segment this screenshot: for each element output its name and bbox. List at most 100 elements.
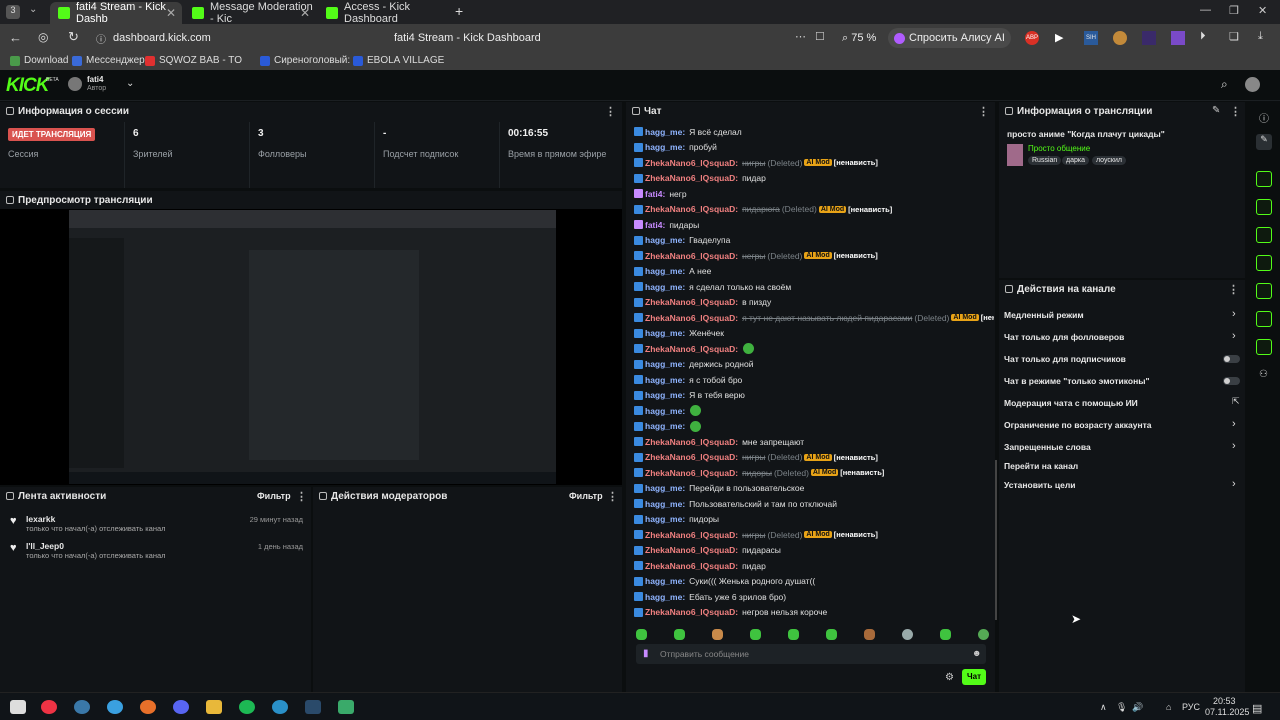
collections-icon[interactable]: ❏ (1229, 30, 1239, 43)
bookmark-sirenhead[interactable]: Сиреноголовый: (260, 55, 350, 66)
media-icon[interactable]: ⏵ (1200, 30, 1206, 43)
chat-username[interactable]: hagg_me: (645, 359, 685, 369)
emote-only-toggle[interactable] (1223, 377, 1240, 385)
rail-button-5-icon[interactable] (1256, 283, 1272, 299)
chevron-right-icon[interactable]: › (1232, 418, 1236, 430)
stream-preview-video[interactable] (69, 210, 556, 484)
chat-settings-icon[interactable]: ⚙ (945, 672, 954, 683)
user-avatar[interactable] (1245, 77, 1260, 92)
chat-username[interactable]: hagg_me: (645, 266, 685, 276)
panel-menu-icon[interactable]: ⋮ (296, 490, 307, 503)
chat-username[interactable]: ZhekaNano6_lQsquaD: (645, 251, 738, 261)
rail-connections-icon[interactable]: ⚇ (1259, 369, 1268, 380)
panel-menu-icon[interactable]: ⋮ (978, 105, 989, 118)
chat-username[interactable]: ZhekaNano6_lQsquaD: (645, 452, 738, 462)
edit-icon[interactable]: ✎ (1212, 105, 1220, 116)
emote-icon[interactable] (864, 629, 875, 640)
emote-icon[interactable] (788, 629, 799, 640)
chat-username[interactable]: ZhekaNano6_lQsquaD: (645, 545, 738, 555)
browser-menu-icon[interactable]: 3 (6, 5, 20, 19)
panel-menu-icon[interactable]: ⋮ (1230, 105, 1241, 118)
emoji-icon[interactable]: ☻ (972, 648, 981, 658)
emote-icon[interactable] (940, 629, 951, 640)
reload-icon[interactable]: ↻ (68, 29, 79, 45)
chat-username[interactable]: hagg_me: (645, 576, 685, 586)
extension-icon[interactable]: SIH (1084, 31, 1098, 45)
bookmark-sqwoz[interactable]: SQWOZ BAB - TO (145, 55, 251, 66)
chat-username[interactable]: hagg_me: (645, 375, 685, 385)
panel-menu-icon[interactable]: ⋮ (605, 105, 616, 118)
tab-access[interactable]: Access - Kick Dashboard (318, 1, 450, 25)
url-input[interactable]: dashboard.kick.com (113, 32, 211, 44)
back-icon[interactable]: ← (9, 30, 22, 45)
chat-username[interactable]: ZhekaNano6_lQsquaD: (645, 344, 738, 354)
ask-alice-button[interactable]: Спросить Алису AI (888, 28, 1011, 48)
chat-username[interactable]: hagg_me: (645, 406, 685, 416)
chat-username[interactable]: ZhekaNano6_lQsquaD: (645, 158, 738, 168)
chat-username[interactable]: ZhekaNano6_lQsquaD: (645, 468, 738, 478)
chat-username[interactable]: ZhekaNano6_lQsquaD: (645, 313, 738, 323)
clock-time[interactable]: 20:53 (1213, 696, 1236, 706)
channel-switch-chevron-icon[interactable]: ⌄ (126, 78, 134, 89)
bookmark-download[interactable]: Download (10, 55, 68, 66)
search-icon[interactable]: ⌕ (1221, 77, 1228, 92)
network-icon[interactable]: ⌂ (1166, 702, 1171, 712)
notification-icon[interactable]: ▤ (1252, 702, 1262, 715)
chevron-right-icon[interactable]: › (1232, 478, 1236, 490)
emote-icon[interactable] (978, 629, 989, 640)
window-close-icon[interactable]: ✕ (1258, 4, 1267, 17)
activity-user[interactable]: l'll_Jeep0 (26, 541, 64, 551)
action-ai-moderation[interactable]: Модерация чата с помощью ИИ (1004, 398, 1138, 408)
chevron-right-icon[interactable]: › (1232, 330, 1236, 342)
chat-username[interactable]: ZhekaNano6_lQsquaD: (645, 173, 738, 183)
chat-username[interactable]: hagg_me: (645, 282, 685, 292)
chat-username[interactable]: hagg_me: (645, 483, 685, 493)
panel-menu-icon[interactable]: ⋮ (607, 490, 618, 503)
rail-button-6-icon[interactable] (1256, 311, 1272, 327)
emote-icon[interactable] (674, 629, 685, 640)
extension-icon[interactable] (1113, 31, 1127, 45)
steam-alt-icon[interactable] (305, 700, 321, 714)
site-info-icon[interactable]: ⓘ (96, 31, 106, 46)
tray-chevron-icon[interactable]: ∧ (1100, 702, 1107, 713)
bookmark-messenger[interactable]: Мессенджер (72, 55, 145, 66)
chat-username[interactable]: hagg_me: (645, 127, 685, 137)
chat-username[interactable]: fati4: (645, 220, 665, 230)
action-slow-mode[interactable]: Медленный режим (1004, 310, 1084, 320)
telegram-icon[interactable] (107, 700, 123, 714)
chat-username[interactable]: fati4: (645, 189, 665, 199)
edit-rail-icon[interactable]: ✎ (1256, 134, 1272, 150)
channel-avatar[interactable] (68, 77, 82, 91)
emote-icon[interactable] (902, 629, 913, 640)
chat-username[interactable]: ZhekaNano6_lQsquaD: (645, 204, 738, 214)
rail-chat-icon[interactable] (1256, 255, 1272, 271)
steam-icon[interactable] (74, 700, 90, 714)
emote-icon[interactable] (636, 629, 647, 640)
chevron-right-icon[interactable]: › (1232, 308, 1236, 320)
spotify-icon[interactable] (239, 700, 255, 714)
scrollbar[interactable] (995, 460, 997, 620)
rail-tools-icon[interactable] (1256, 339, 1272, 355)
adblock-extension-icon[interactable]: ABP (1025, 31, 1039, 45)
chat-username[interactable]: ZhekaNano6_lQsquaD: (645, 437, 738, 447)
chat-username[interactable]: ZhekaNano6_lQsquaD: (645, 297, 738, 307)
info-icon[interactable]: ⓘ (1259, 110, 1269, 125)
chat-username[interactable]: hagg_me: (645, 142, 685, 152)
chat-username[interactable]: hagg_me: (645, 499, 685, 509)
chat-username[interactable]: ZhekaNano6_lQsquaD: (645, 607, 738, 617)
action-followers-only[interactable]: Чат только для фолловеров (1004, 332, 1124, 342)
more-icon[interactable]: ⋯ (795, 30, 806, 43)
file-explorer-icon[interactable] (206, 700, 222, 714)
obs-icon[interactable] (338, 700, 354, 714)
extension-icon[interactable]: ▶ (1055, 31, 1063, 44)
yandex-browser-icon[interactable] (41, 700, 57, 714)
window-maximize-icon[interactable]: ❐ (1229, 4, 1239, 17)
action-go-to-channel[interactable]: Перейти на канал (1004, 461, 1078, 471)
bookmark-icon[interactable]: ☐ (815, 30, 825, 43)
bookmark-ebola[interactable]: EBOLA VILLAGE (353, 55, 444, 66)
keyboard-layout[interactable]: РУС (1182, 702, 1200, 712)
chevron-right-icon[interactable]: › (1232, 440, 1236, 452)
rail-button-3-icon[interactable] (1256, 227, 1272, 243)
chat-username[interactable]: hagg_me: (645, 421, 685, 431)
mod-filter-button[interactable]: Фильтр (569, 491, 603, 501)
